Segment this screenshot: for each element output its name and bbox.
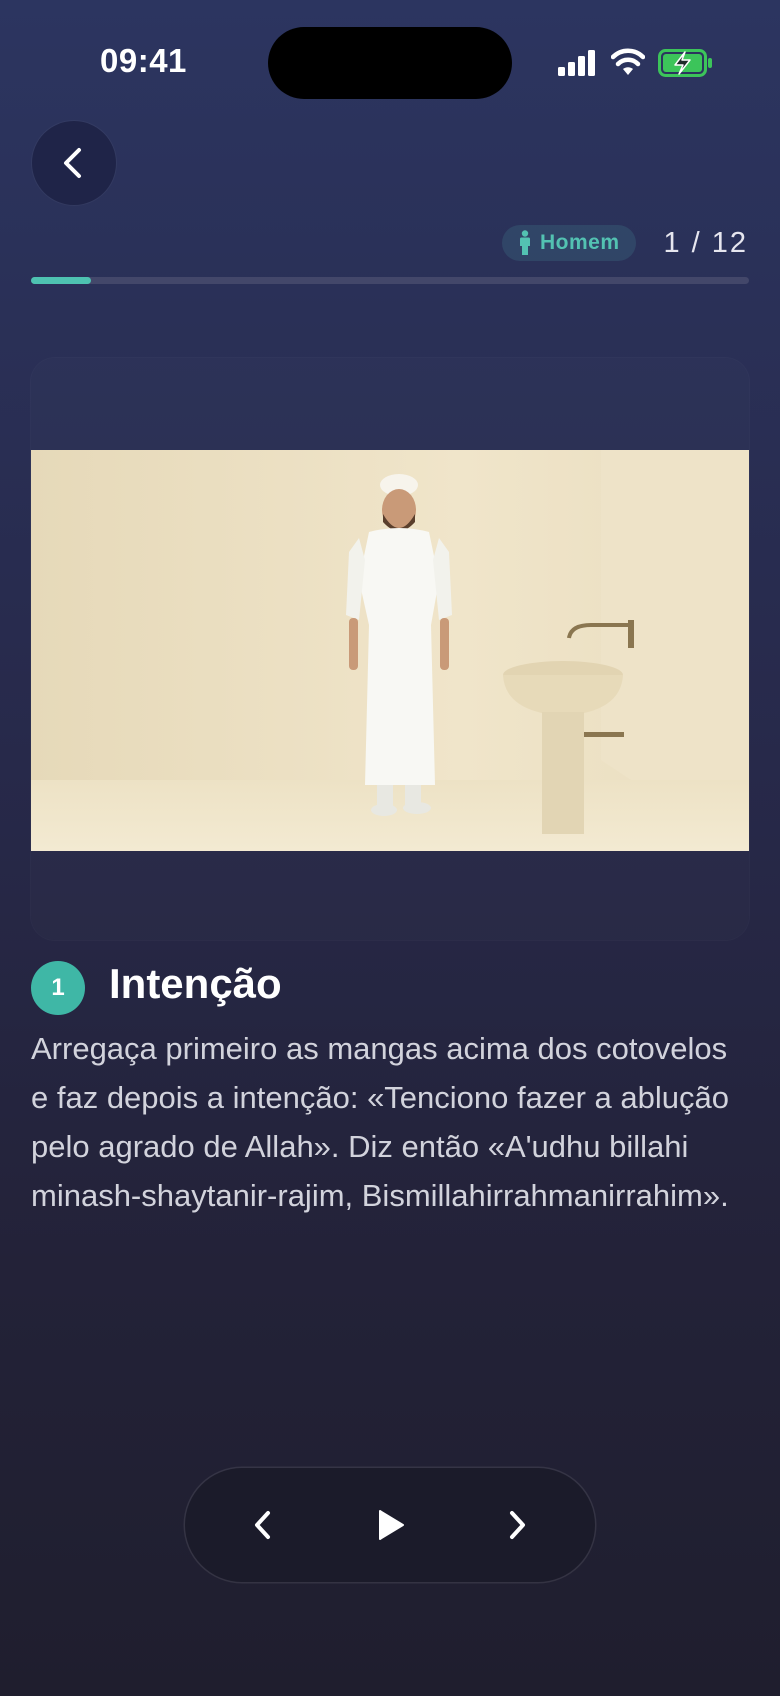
status-time: 09:41 bbox=[100, 42, 187, 79]
gender-label: Homem bbox=[540, 231, 620, 254]
step-number-badge: 1 bbox=[31, 961, 85, 1015]
person-icon bbox=[520, 230, 530, 255]
previous-step-button[interactable] bbox=[234, 1495, 294, 1555]
chevron-left-icon bbox=[64, 148, 81, 178]
progress-bar bbox=[31, 277, 749, 284]
wudu-scene-illustration bbox=[31, 450, 749, 851]
step-illustration bbox=[31, 450, 749, 851]
step-title: Intenção bbox=[109, 960, 282, 1007]
cellular-signal-icon bbox=[558, 50, 595, 76]
battery-charging-icon bbox=[658, 49, 712, 77]
chevron-right-icon bbox=[510, 1511, 525, 1539]
play-button[interactable] bbox=[360, 1495, 420, 1555]
progress-fill bbox=[31, 277, 91, 284]
next-step-button[interactable] bbox=[486, 1495, 546, 1555]
gender-badge: Homem bbox=[502, 225, 636, 261]
dynamic-island bbox=[268, 27, 512, 99]
play-icon bbox=[379, 1510, 404, 1540]
back-button[interactable] bbox=[32, 121, 116, 205]
player-controls bbox=[185, 1468, 595, 1582]
chevron-left-icon bbox=[255, 1511, 270, 1539]
step-counter: 1 / 12 bbox=[663, 227, 748, 259]
status-bar: 09:41 bbox=[0, 0, 780, 124]
step-description: Arregaça primeiro as mangas acima dos co… bbox=[31, 1031, 729, 1213]
wifi-icon bbox=[611, 48, 645, 75]
